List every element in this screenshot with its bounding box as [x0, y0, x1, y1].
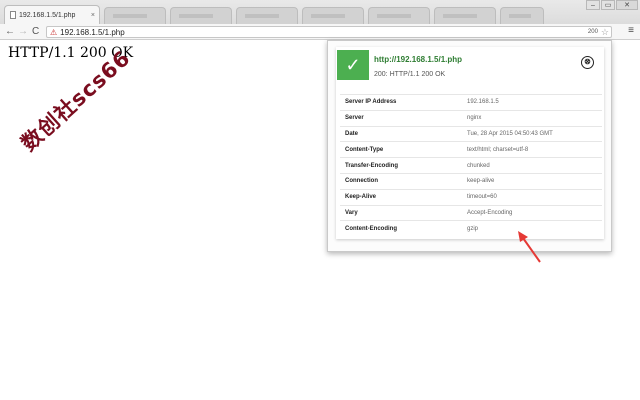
response-headers-table: Server IP Address 192.168.1.5 Server ngi… — [340, 94, 602, 237]
table-row: Transfer-Encoding chunked — [340, 157, 602, 174]
tab-background[interactable] — [368, 7, 430, 24]
tab-background[interactable] — [236, 7, 298, 24]
tab-title: 192.168.1.5/1.php — [19, 11, 76, 19]
title-bar: 192.168.1.5/1.php × – ▭ ✕ — [0, 0, 640, 24]
header-name: Server — [345, 115, 364, 122]
check-icon: ✓ — [337, 50, 369, 80]
table-row: Server nginx — [340, 110, 602, 126]
http-headers-popup: ✓ http://192.168.1.5/1.php 200: HTTP/1.1… — [327, 40, 612, 252]
minimize-button[interactable]: – — [586, 0, 600, 10]
table-row: Vary Accept-Encoding — [340, 205, 602, 221]
table-row: Connection keep-alive — [340, 173, 602, 189]
annotation-arrow-icon — [518, 231, 541, 263]
toolbar: ← → C ⚠ 192.168.1.5/1.php 200 ☆ ≡ — [0, 24, 640, 40]
table-row: Keep-Alive timeout=60 — [340, 189, 602, 205]
insecure-icon[interactable]: ⚠ — [50, 28, 57, 37]
popup-close-icon[interactable]: ⊗ — [581, 56, 594, 69]
header-value: nginx — [467, 115, 482, 122]
tab-close-icon[interactable]: × — [91, 12, 99, 19]
header-name: Keep-Alive — [345, 194, 377, 201]
restore-button[interactable]: ▭ — [601, 0, 615, 10]
tab-background[interactable] — [302, 7, 364, 24]
table-row: Content-Type text/html; charset=utf-8 — [340, 141, 602, 158]
header-value: keep-alive — [467, 178, 495, 185]
tab-background[interactable] — [104, 7, 166, 24]
table-row: Content-Encoding gzip — [340, 220, 602, 237]
header-value: chunked — [467, 162, 490, 169]
address-bar[interactable]: ⚠ 192.168.1.5/1.php 200 ☆ — [46, 26, 612, 38]
popup-status: 200: HTTP/1.1 200 OK — [374, 71, 446, 78]
header-name: Transfer-Encoding — [345, 162, 399, 169]
close-window-button[interactable]: ✕ — [616, 0, 638, 10]
forward-arrow-icon[interactable]: → — [18, 25, 28, 38]
header-name: Date — [345, 130, 359, 137]
tab-background[interactable] — [434, 7, 496, 24]
reload-icon[interactable]: C — [32, 25, 39, 38]
header-value: 192.168.1.5 — [467, 99, 499, 106]
address-url[interactable]: 192.168.1.5/1.php — [60, 28, 588, 37]
page-icon — [10, 11, 16, 19]
header-name: Content-Type — [345, 146, 384, 153]
header-name: Server IP Address — [345, 99, 397, 106]
header-value: text/html; charset=utf-8 — [467, 146, 529, 153]
extension-status-code[interactable]: 200 — [588, 29, 598, 35]
back-arrow-icon[interactable]: ← — [5, 25, 15, 38]
header-value: timeout=60 — [467, 194, 497, 201]
header-name: Content-Encoding — [345, 226, 397, 233]
window-controls: – ▭ ✕ — [585, 0, 638, 10]
table-row: Date Tue, 28 Apr 2015 04:50:43 GMT — [340, 126, 602, 142]
tab-background[interactable] — [170, 7, 232, 24]
menu-icon[interactable]: ≡ — [628, 25, 634, 36]
table-row: Server IP Address 192.168.1.5 — [340, 94, 602, 111]
header-name: Connection — [345, 178, 378, 185]
header-value: Accept-Encoding — [467, 209, 513, 216]
tab-background[interactable] — [500, 7, 544, 24]
tab-active[interactable]: 192.168.1.5/1.php × — [4, 5, 100, 24]
popup-url[interactable]: http://192.168.1.5/1.php — [374, 55, 462, 64]
bookmark-star-icon[interactable]: ☆ — [601, 27, 609, 38]
header-name: Vary — [345, 209, 358, 216]
popup-card: ✓ http://192.168.1.5/1.php 200: HTTP/1.1… — [336, 47, 604, 239]
header-value: Tue, 28 Apr 2015 04:50:43 GMT — [467, 130, 553, 137]
